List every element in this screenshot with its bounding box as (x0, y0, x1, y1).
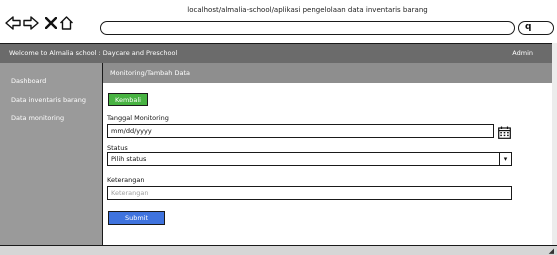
back-button[interactable]: Kembali (108, 93, 148, 106)
main-content: Monitoring/Tambah Data Kembali Tanggal M… (103, 63, 552, 245)
notes-input[interactable]: Keterangan (107, 186, 512, 200)
sidebar: Dashboard Data inventaris barang Data mo… (0, 63, 103, 245)
url-text: localhost/almalia-school/aplikasi pengel… (187, 6, 428, 14)
forward-arrow-icon[interactable] (23, 15, 39, 31)
sidebar-item-monitoring[interactable]: Data monitoring (11, 114, 64, 122)
breadcrumb-bar: Monitoring/Tambah Data (103, 63, 552, 83)
date-label: Tanggal Monitoring (107, 114, 169, 122)
address-bar[interactable] (100, 21, 515, 35)
search-button[interactable]: q (518, 21, 554, 35)
app-header: Welcome to Almalia school : Daycare and … (0, 43, 552, 64)
submit-button[interactable]: Submit (108, 211, 165, 225)
user-menu[interactable]: Admin (512, 49, 533, 57)
search-icon: q (525, 22, 532, 32)
chevron-down-icon: ▾ (499, 152, 511, 165)
home-icon[interactable] (58, 15, 74, 31)
back-arrow-icon[interactable] (5, 15, 21, 31)
breadcrumb: Monitoring/Tambah Data (110, 69, 190, 77)
welcome-text: Welcome to Almalia school : Daycare and … (9, 49, 178, 57)
calendar-icon[interactable] (498, 124, 511, 139)
notes-label: Keterangan (107, 176, 145, 184)
status-select[interactable]: Pilih status ▾ (107, 152, 512, 166)
sidebar-item-dashboard[interactable]: Dashboard (11, 77, 46, 85)
status-value: Pilih status (111, 155, 147, 163)
close-icon[interactable] (43, 15, 59, 31)
status-label: Status (107, 144, 128, 152)
browser-toolbar: localhost/almalia-school/aplikasi pengel… (0, 0, 557, 42)
window-edge (552, 43, 557, 245)
sidebar-item-inventaris[interactable]: Data inventaris barang (11, 96, 86, 104)
date-input[interactable]: mm/dd/yyyy (107, 124, 494, 138)
